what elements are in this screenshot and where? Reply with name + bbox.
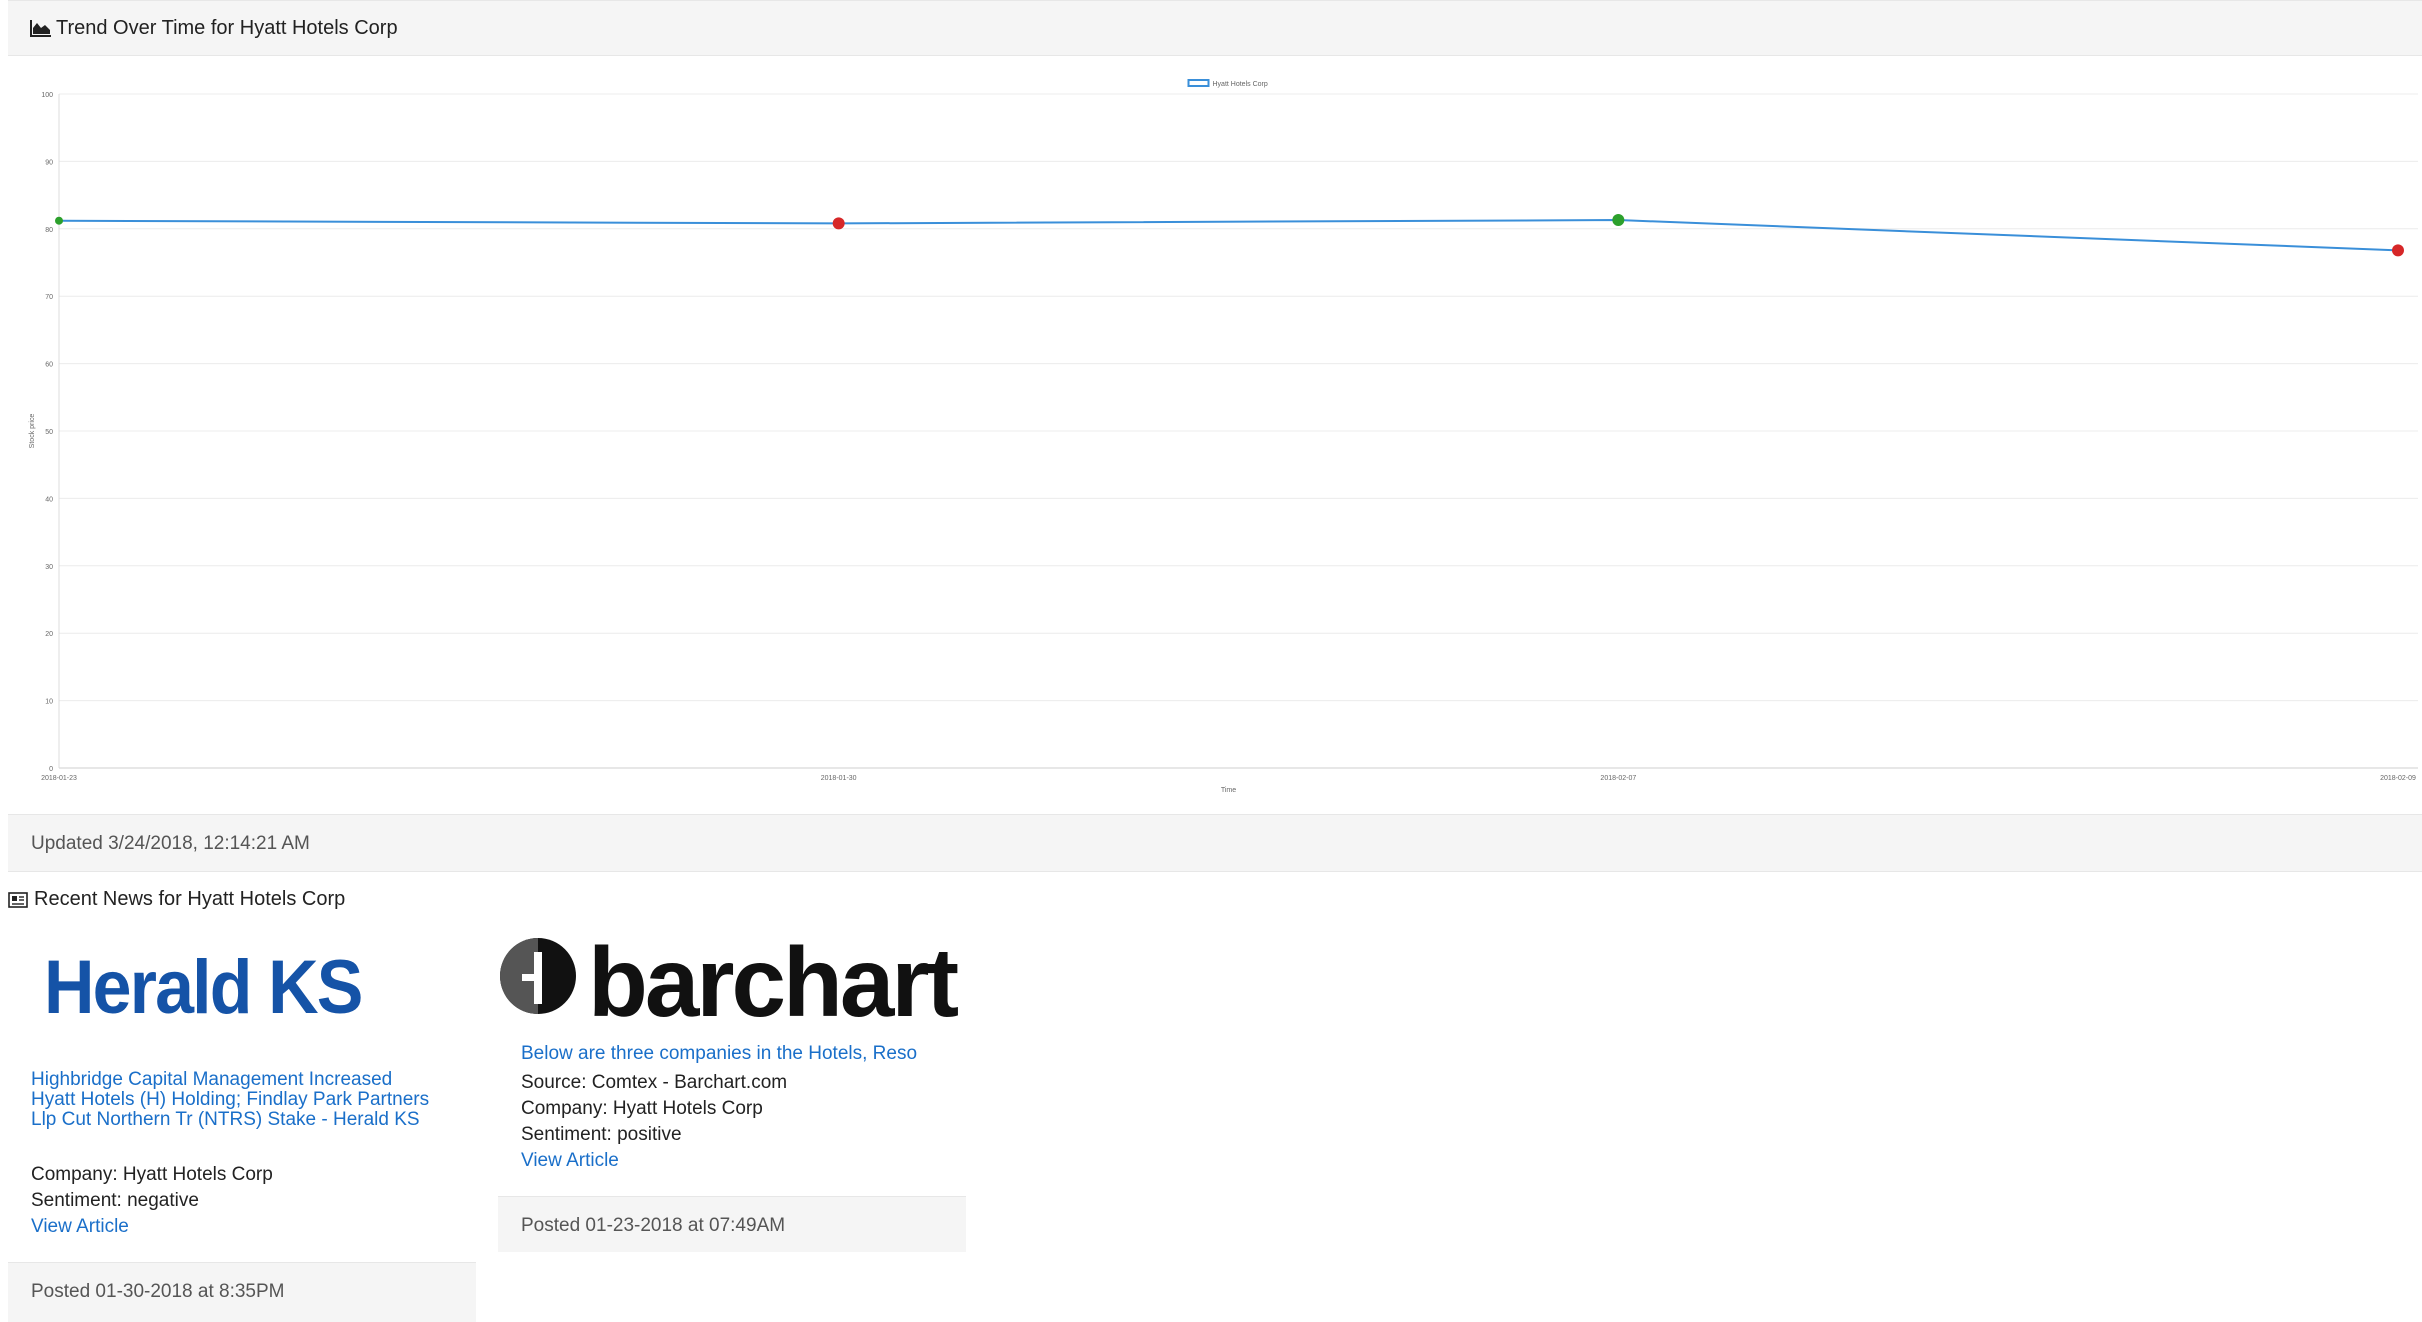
- article-posted-bar: Posted 01-23-2018 at 07:49AM: [498, 1196, 966, 1252]
- y-tick-label: 60: [45, 362, 53, 369]
- chart-panel-heading: Trend Over Time for Hyatt Hotels Corp: [8, 0, 2422, 56]
- chart-panel-footer: Updated 3/24/2018, 12:14:21 AM: [8, 814, 2422, 872]
- data-point: [55, 216, 63, 225]
- headline-line: Hyatt Hotels (H) Holding; Findlay Park P…: [31, 1089, 430, 1110]
- trend-chart: 0 10 20 30 40 50 60 70 80 90 100 2018-01-23 2018-01-…: [8, 56, 2422, 814]
- area-chart-icon: [30, 20, 51, 37]
- newspaper-icon: [8, 892, 28, 908]
- y-tick-label: 30: [45, 564, 53, 571]
- article-sentiment: Sentiment: positive: [521, 1124, 682, 1145]
- y-tick-label: 40: [45, 496, 53, 503]
- data-point: [1612, 214, 1625, 227]
- view-article-link[interactable]: View Article: [521, 1150, 619, 1172]
- article-headline-link[interactable]: Below are three companies in the Hotels,…: [521, 1044, 917, 1064]
- article-posted-bar: Posted 01-30-2018 at 8:35PM: [8, 1262, 476, 1322]
- y-tick-label: 70: [45, 294, 53, 301]
- y-axis-label: Stock price: [29, 414, 36, 449]
- y-tick-label: 80: [45, 227, 53, 234]
- article-source: Source: Comtex - Barchart.com: [521, 1072, 788, 1093]
- article-company: Company: Hyatt Hotels Corp: [31, 1164, 273, 1185]
- x-tick-label: 2018-01-30: [821, 775, 857, 782]
- x-tick-label: 2018-01-23: [41, 775, 77, 782]
- barchart-logo-text: barchart: [588, 927, 959, 1037]
- article-headline-link[interactable]: Highbridge Capital Management Increased …: [31, 1070, 429, 1130]
- y-tick-label: 100: [41, 92, 53, 99]
- y-tick-label: 10: [45, 699, 53, 706]
- news-card-barchart: barchart Below are three companies in th…: [498, 922, 966, 1252]
- article-sentiment: Sentiment: negative: [31, 1190, 199, 1211]
- y-tick-label: 20: [45, 631, 53, 638]
- news-section-title: Recent News for Hyatt Hotels Corp: [8, 888, 345, 911]
- legend-label: Hyatt Hotels Corp: [1213, 81, 1268, 88]
- trend-chart-svg: 0 10 20 30 40 50 60 70 80 90 100 2018-01-23 2018-01-…: [29, 79, 2418, 794]
- x-tick-label: 2018-02-09: [2380, 775, 2416, 782]
- news-card-herald: Herald KS Highbridge Capital Management …: [8, 922, 476, 1322]
- herald-ks-logo: Herald KS: [44, 945, 363, 1030]
- x-axis-label: Time: [1221, 787, 1236, 794]
- y-tick-label: 50: [45, 429, 53, 436]
- article-posted-date: Posted 01-30-2018 at 8:35PM: [31, 1281, 285, 1302]
- x-tick-label: 2018-02-07: [1600, 775, 1636, 782]
- article-posted-date: Posted 01-23-2018 at 07:49AM: [521, 1215, 786, 1236]
- series-line: [58, 219, 2399, 252]
- headline-line: Highbridge Capital Management Increased: [31, 1069, 393, 1090]
- news-title-text: Recent News for Hyatt Hotels Corp: [34, 888, 346, 910]
- data-point: [2392, 244, 2404, 257]
- barchart-logo: barchart: [498, 927, 959, 1037]
- headline-line: Llp Cut Northern Tr (NTRS) Stake - Heral…: [31, 1109, 420, 1130]
- chart-title: Trend Over Time for Hyatt Hotels Corp: [56, 17, 398, 39]
- y-tick-label: 0: [49, 766, 53, 773]
- data-point: [832, 217, 845, 230]
- view-article-link[interactable]: View Article: [31, 1216, 129, 1238]
- y-tick-label: 90: [45, 159, 53, 166]
- updated-timestamp: Updated 3/24/2018, 12:14:21 AM: [31, 833, 310, 854]
- article-company: Company: Hyatt Hotels Corp: [521, 1098, 763, 1119]
- barchart-logo-mark: [500, 938, 576, 1014]
- legend-swatch: [1187, 79, 1210, 87]
